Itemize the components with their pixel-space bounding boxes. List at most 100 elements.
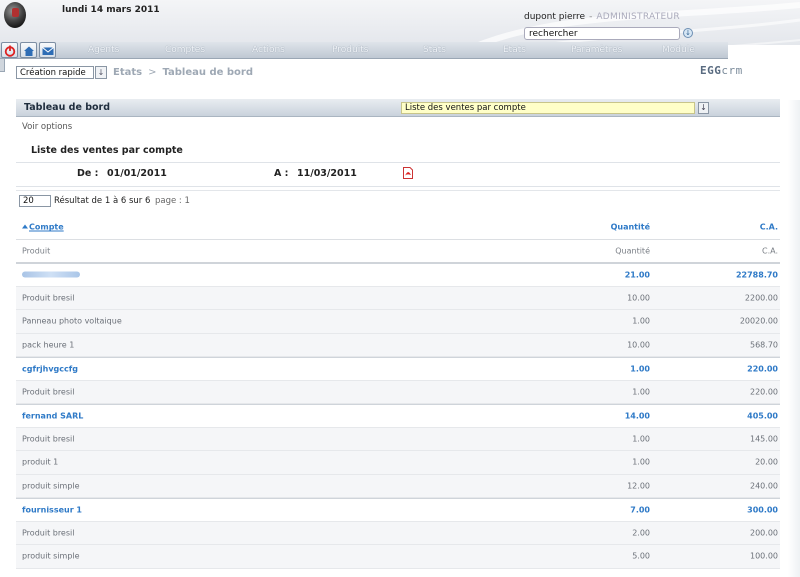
mail-button[interactable] [39, 42, 56, 58]
nav-tab-comptes[interactable]: Comptes [165, 45, 205, 55]
item-name: produit simple [22, 481, 80, 491]
item-qty: 10.00 [627, 340, 650, 350]
item-ca: 100.00 [750, 551, 778, 561]
table-row: Produit bresil 2.00 200.00 [16, 521, 780, 545]
dashboard-title: Tableau de bord [24, 102, 111, 113]
user-separator: - [589, 12, 593, 22]
item-name: Produit bresil [22, 387, 75, 397]
nav-tab-agents[interactable]: Agents [88, 45, 119, 55]
table-row-group[interactable]: fernand SARL 14.00 405.00 [16, 404, 780, 428]
table-row: Produit bresil 1.00 145.00 [16, 427, 780, 451]
item-name: produit simple [22, 551, 80, 561]
power-button[interactable] [1, 42, 18, 58]
current-date: lundi 14 mars 2011 [62, 5, 160, 15]
quick-create-select[interactable]: Création rapide [16, 66, 94, 79]
item-ca: 20020.00 [739, 316, 778, 326]
table-row-group[interactable]: fournisseur 1 7.00 300.00 [16, 498, 780, 522]
table-row: Produit bresil 1.00 220.00 [16, 380, 780, 404]
table-row-group[interactable]: 21.00 22788.70 [16, 263, 780, 287]
item-name: Produit bresil [22, 434, 75, 444]
breadcrumb-tableau: Tableau de bord [162, 67, 254, 78]
item-ca: 145.00 [750, 434, 778, 444]
brand-crm: crm [721, 64, 743, 77]
user-name[interactable]: dupont pierre [524, 12, 585, 22]
report-select-arrow-icon[interactable]: ↓ [698, 102, 709, 114]
home-button[interactable] [20, 42, 37, 58]
group-name[interactable]: fournisseur 1 [22, 505, 82, 514]
divider [16, 186, 780, 187]
nav-tab-module[interactable]: Module [662, 45, 695, 55]
brand-egg: EGG [700, 64, 722, 77]
item-qty: 1.00 [632, 457, 650, 467]
nav-tab-actions[interactable]: Actions [252, 45, 285, 55]
group-name[interactable]: cgfrjhvgccfg [22, 364, 78, 373]
group-ca: 300.00 [747, 505, 778, 515]
item-name: Panneau photo voltaique [22, 316, 122, 326]
sales-table: Compte Quantité C.A. Produit Quantité C.… [16, 216, 780, 569]
item-ca: 20.00 [755, 457, 778, 467]
redacted-name [22, 271, 80, 278]
table-row: produit simple 5.00 100.00 [16, 545, 780, 569]
item-ca: 240.00 [750, 481, 778, 491]
item-ca: 220.00 [750, 387, 778, 397]
nav-tab-parametres[interactable]: Paramètres [571, 45, 622, 55]
item-ca: 568.70 [750, 340, 778, 350]
group-ca: 220.00 [747, 364, 778, 374]
group-qty: 1.00 [630, 364, 650, 374]
breadcrumb-etats[interactable]: Etats [113, 67, 142, 78]
report-select[interactable]: Liste des ventes par compte [401, 102, 695, 114]
group-qty: 14.00 [624, 411, 650, 421]
item-qty: 12.00 [627, 481, 650, 491]
table-row: pack heure 1 10.00 568.70 [16, 333, 780, 357]
table-subheader: Produit Quantité C.A. [16, 240, 780, 263]
search-input[interactable] [524, 27, 680, 40]
group-qty: 7.00 [630, 505, 650, 515]
date-from-label: De : [77, 168, 99, 179]
item-qty: 1.00 [632, 434, 650, 444]
date-to-label: A : [274, 168, 289, 179]
group-ca: 22788.70 [735, 270, 778, 280]
group-ca: 405.00 [747, 411, 778, 421]
breadcrumb-chevron-icon: > [148, 67, 157, 78]
nav-tab-stats[interactable]: Stats [423, 45, 446, 55]
date-from-value: 01/01/2011 [107, 168, 167, 179]
item-qty: 10.00 [627, 293, 650, 303]
group-name[interactable]: fernand SARL [22, 411, 83, 420]
user-role: ADMINISTRATEUR [596, 12, 680, 22]
group-qty: 21.00 [624, 270, 650, 280]
subheader-quantite: Quantité [615, 246, 650, 256]
search-go-icon[interactable]: ↓ [683, 28, 693, 38]
breadcrumb: Etats > Tableau de bord [113, 67, 253, 78]
date-to-value: 11/03/2011 [297, 168, 357, 179]
pdf-export-icon[interactable] [403, 167, 413, 179]
table-row: Panneau photo voltaique 1.00 20020.00 [16, 310, 780, 334]
per-page-select[interactable]: 20 [19, 195, 51, 207]
brand-logo: EGGcrm [700, 64, 743, 77]
scrollbar-track[interactable] [788, 100, 800, 577]
page-indicator: page : 1 [155, 196, 190, 206]
item-name: produit 1 [22, 457, 59, 467]
table-row: produit simple 12.00 240.00 [16, 474, 780, 498]
header-quantite[interactable]: Quantité [611, 223, 650, 232]
item-qty: 5.00 [632, 551, 650, 561]
header-compte[interactable]: Compte [29, 223, 64, 232]
item-name: Produit bresil [22, 293, 75, 303]
table-row: produit 1 1.00 20.00 [16, 451, 780, 475]
sort-compte-link[interactable]: Compte [22, 223, 64, 232]
table-row-group[interactable]: cgfrjhvgccfg 1.00 220.00 [16, 357, 780, 381]
item-ca: 200.00 [750, 528, 778, 538]
power-icon [4, 45, 16, 57]
nav-tab-etats[interactable]: Etats [503, 45, 526, 55]
side-panel-toggle[interactable] [0, 58, 5, 72]
item-ca: 2200.00 [744, 293, 778, 303]
home-icon [24, 46, 34, 56]
main-nav: Agents Comptes Actions Produits Stats Et… [0, 42, 728, 59]
voir-options-link[interactable]: Voir options [22, 122, 72, 132]
app-logo [4, 2, 26, 28]
quick-create-arrow-icon[interactable]: ↓ [95, 66, 107, 79]
header-ca[interactable]: C.A. [760, 223, 778, 232]
group-name[interactable] [22, 270, 80, 279]
nav-tab-produits[interactable]: Produits [332, 45, 368, 55]
divider [16, 162, 780, 163]
subheader-produit: Produit [22, 246, 51, 256]
